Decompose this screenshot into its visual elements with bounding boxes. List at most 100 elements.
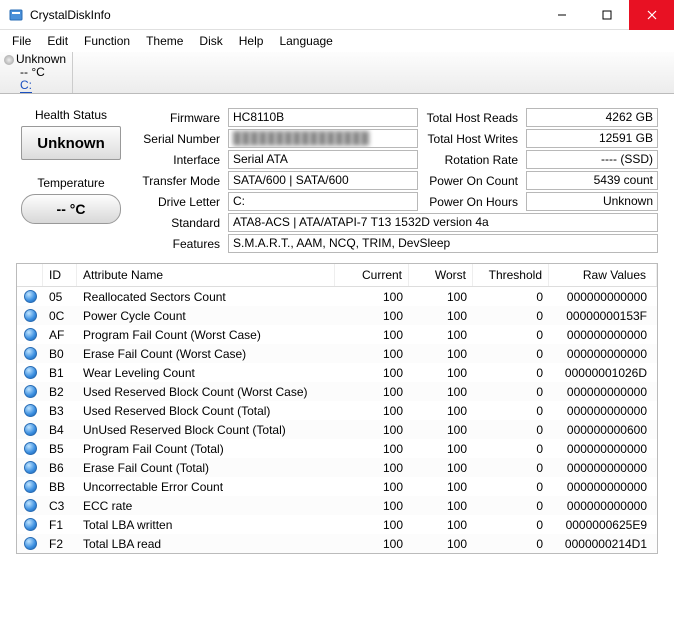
transfer-value: SATA/600 | SATA/600 [228,171,418,190]
table-row[interactable]: F1Total LBA written10010000000000625E9 [17,515,657,534]
status-orb-icon [24,537,37,550]
temperature-label: Temperature [37,176,104,190]
cell-id: 0C [43,308,77,324]
col-id[interactable]: ID [43,264,77,286]
table-row[interactable]: B5Program Fail Count (Total)100100000000… [17,439,657,458]
host-reads-value: 4262 GB [526,108,658,127]
serial-value: ████████████████ [228,129,418,148]
cell-threshold: 0 [473,384,549,400]
cell-worst: 100 [409,365,473,381]
cell-name: Total LBA written [77,517,335,533]
table-row[interactable]: AFProgram Fail Count (Worst Case)1001000… [17,325,657,344]
col-raw-values[interactable]: Raw Values [549,264,657,286]
rotation-label: Rotation Rate [422,153,522,167]
menu-language[interactable]: Language [271,32,340,50]
cell-raw: 000000000000 [549,460,657,476]
poc-value: 5439 count [526,171,658,190]
cell-id: 05 [43,289,77,305]
cell-threshold: 0 [473,365,549,381]
disk-tab[interactable]: Unknown -- °C C: [0,52,73,93]
status-orb-icon [24,385,37,398]
cell-worst: 100 [409,403,473,419]
status-orb-icon [24,404,37,417]
standard-value: ATA8-ACS | ATA/ATAPI-7 T13 1532D version… [228,213,658,232]
cell-raw: 000000000000 [549,327,657,343]
maximize-button[interactable] [584,0,629,30]
table-row[interactable]: BBUncorrectable Error Count1001000000000… [17,477,657,496]
menu-theme[interactable]: Theme [138,32,191,50]
cell-name: ECC rate [77,498,335,514]
smart-table: ID Attribute Name Current Worst Threshol… [16,263,658,554]
table-row[interactable]: F2Total LBA read10010000000000214D1 [17,534,657,553]
col-worst[interactable]: Worst [409,264,473,286]
cell-threshold: 0 [473,479,549,495]
close-button[interactable] [629,0,674,30]
disk-status-indicator [4,55,14,65]
menu-help[interactable]: Help [231,32,272,50]
interface-label: Interface [134,153,224,167]
cell-current: 100 [335,479,409,495]
cell-current: 100 [335,346,409,362]
cell-name: Uncorrectable Error Count [77,479,335,495]
table-row[interactable]: C3ECC rate1001000000000000000 [17,496,657,515]
host-writes-label: Total Host Writes [422,132,522,146]
health-status-box[interactable]: Unknown [21,126,121,160]
window-title: CrystalDiskInfo [30,8,539,22]
disk-tab-strip: Unknown -- °C C: [0,52,674,94]
menubar: FileEditFunctionThemeDiskHelpLanguage [0,30,674,52]
table-row[interactable]: B1Wear Leveling Count100100000000001026D [17,363,657,382]
cell-worst: 100 [409,327,473,343]
interface-value: Serial ATA [228,150,418,169]
cell-worst: 100 [409,422,473,438]
cell-name: Program Fail Count (Worst Case) [77,327,335,343]
cell-raw: 000000000600 [549,422,657,438]
standard-label: Standard [134,216,224,230]
cell-raw: 0000000625E9 [549,517,657,533]
cell-raw: 0000000214D1 [549,536,657,552]
cell-name: UnUsed Reserved Block Count (Total) [77,422,335,438]
table-row[interactable]: 05Reallocated Sectors Count1001000000000… [17,287,657,306]
menu-disk[interactable]: Disk [191,32,230,50]
status-orb-icon [24,518,37,531]
firmware-label: Firmware [134,111,224,125]
cell-id: B5 [43,441,77,457]
cell-raw: 000000000000 [549,289,657,305]
table-row[interactable]: B2Used Reserved Block Count (Worst Case)… [17,382,657,401]
table-row[interactable]: B3Used Reserved Block Count (Total)10010… [17,401,657,420]
disk-tab-name: Unknown [16,52,66,66]
minimize-button[interactable] [539,0,584,30]
cell-current: 100 [335,365,409,381]
menu-edit[interactable]: Edit [39,32,76,50]
cell-id: C3 [43,498,77,514]
cell-id: F1 [43,517,77,533]
cell-threshold: 0 [473,460,549,476]
serial-label: Serial Number [134,132,224,146]
status-orb-icon [24,309,37,322]
menu-function[interactable]: Function [76,32,138,50]
poc-label: Power On Count [422,174,522,188]
col-attribute-name[interactable]: Attribute Name [77,264,335,286]
app-icon [8,7,24,23]
cell-name: Erase Fail Count (Worst Case) [77,346,335,362]
table-row[interactable]: 0CPower Cycle Count100100000000000153F [17,306,657,325]
cell-id: B3 [43,403,77,419]
cell-current: 100 [335,536,409,552]
cell-name: Used Reserved Block Count (Worst Case) [77,384,335,400]
cell-worst: 100 [409,384,473,400]
cell-threshold: 0 [473,498,549,514]
cell-current: 100 [335,308,409,324]
cell-name: Used Reserved Block Count (Total) [77,403,335,419]
col-current[interactable]: Current [335,264,409,286]
table-row[interactable]: B0Erase Fail Count (Worst Case)100100000… [17,344,657,363]
cell-threshold: 0 [473,346,549,362]
temperature-box[interactable]: -- °C [21,194,121,224]
cell-current: 100 [335,289,409,305]
cell-threshold: 0 [473,308,549,324]
titlebar: CrystalDiskInfo [0,0,674,30]
table-row[interactable]: B6Erase Fail Count (Total)10010000000000… [17,458,657,477]
col-threshold[interactable]: Threshold [473,264,549,286]
menu-file[interactable]: File [4,32,39,50]
cell-raw: 000000000000 [549,441,657,457]
table-row[interactable]: B4UnUsed Reserved Block Count (Total)100… [17,420,657,439]
cell-current: 100 [335,498,409,514]
